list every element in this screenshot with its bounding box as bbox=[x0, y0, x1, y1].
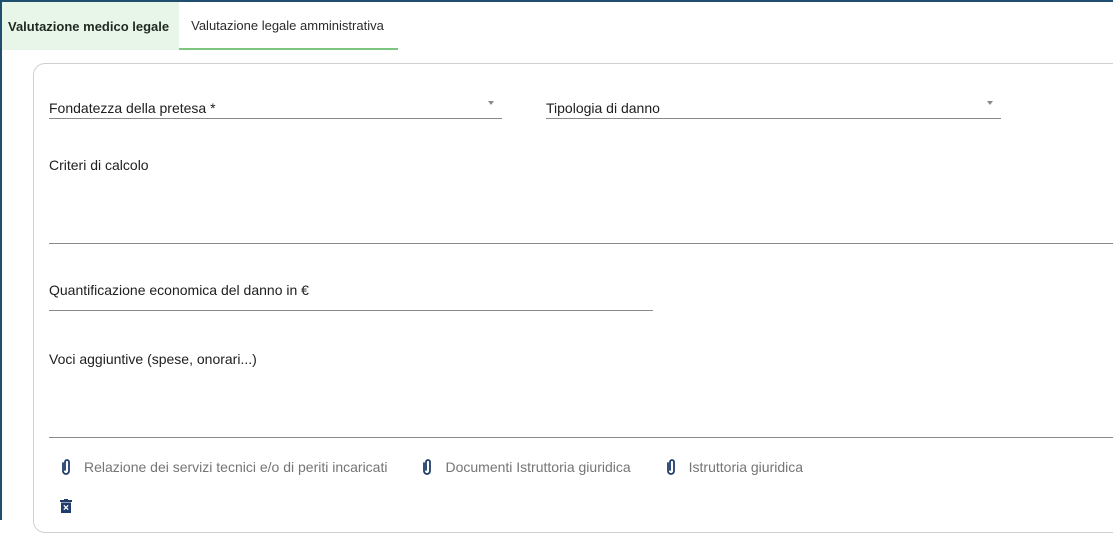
paperclip-icon bbox=[666, 459, 675, 475]
criteri-label: Criteri di calcolo bbox=[49, 157, 149, 173]
attachment-istruttoria-giuridica[interactable]: Istruttoria giuridica bbox=[665, 458, 803, 476]
criteri-textarea[interactable]: Criteri di calcolo bbox=[49, 157, 1113, 245]
criteri-underline bbox=[49, 243, 1113, 244]
delete-button[interactable] bbox=[60, 499, 72, 518]
paperclip-icon bbox=[62, 459, 70, 475]
attachment-label: Istruttoria giuridica bbox=[688, 459, 804, 475]
voci-label: Voci aggiuntive (spese, onorari...) bbox=[49, 351, 257, 367]
voci-textarea[interactable]: Voci aggiuntive (spese, onorari...) bbox=[49, 351, 1113, 439]
attachments-row: Relazione dei servizi tecnici e/o di per… bbox=[60, 458, 837, 476]
chevron-down-icon bbox=[987, 101, 993, 105]
tab-bar: Valutazione medico legale Valutazione le… bbox=[2, 2, 398, 50]
voci-underline bbox=[49, 437, 1113, 438]
attachment-documenti-istruttoria[interactable]: Documenti Istruttoria giuridica bbox=[421, 458, 631, 476]
quantificazione-label: Quantificazione economica del danno in € bbox=[49, 282, 309, 298]
attachment-relazione[interactable]: Relazione dei servizi tecnici e/o di per… bbox=[60, 458, 387, 476]
attachment-label: Documenti Istruttoria giuridica bbox=[445, 459, 631, 475]
tab-valutazione-legale-amministrativa[interactable]: Valutazione legale amministrativa bbox=[179, 2, 398, 50]
paperclip-icon bbox=[423, 459, 432, 475]
fondatezza-select[interactable]: Fondatezza della pretesa * bbox=[49, 100, 502, 120]
tipologia-underline bbox=[546, 118, 1001, 119]
quantificazione-underline bbox=[49, 310, 653, 311]
attachment-label: Relazione dei servizi tecnici e/o di per… bbox=[84, 459, 388, 475]
fondatezza-label: Fondatezza della pretesa * bbox=[49, 100, 216, 116]
tab-valutazione-medico-legale[interactable]: Valutazione medico legale bbox=[2, 2, 180, 50]
tipologia-label: Tipologia di danno bbox=[546, 100, 660, 116]
quantificazione-input[interactable]: Quantificazione economica del danno in € bbox=[49, 282, 653, 312]
fondatezza-underline bbox=[49, 118, 502, 119]
chevron-down-icon bbox=[488, 101, 494, 105]
trash-icon bbox=[60, 499, 72, 513]
tipologia-select[interactable]: Tipologia di danno bbox=[546, 100, 1001, 120]
